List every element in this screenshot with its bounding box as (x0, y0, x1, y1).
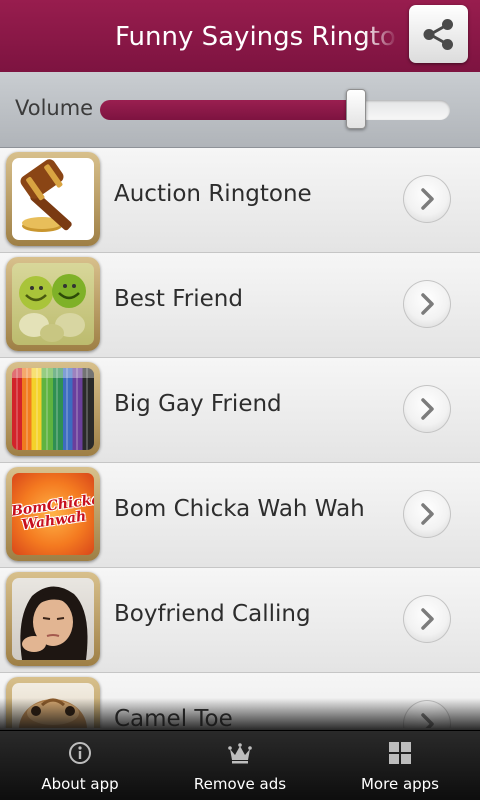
nav-label: Remove ads (193, 775, 287, 793)
ringtone-thumbnail (6, 152, 100, 246)
volume-slider-track[interactable] (100, 100, 450, 120)
ringtone-title: Big Gay Friend (114, 391, 282, 417)
chevron-right-icon (421, 608, 434, 630)
rainbow-stripes-image (12, 368, 94, 450)
list-item[interactable]: Boyfriend Calling (0, 568, 480, 673)
list-item[interactable]: Big Gay Friend (0, 358, 480, 463)
chevron-right-icon (421, 293, 434, 315)
about-app-button[interactable]: About app (0, 731, 160, 800)
nav-label: About app (41, 775, 119, 793)
open-ringtone-button[interactable] (403, 490, 451, 538)
ringtone-title: Camel Toe (114, 706, 233, 728)
list-item[interactable]: BomChicka Wahwah Bom Chicka Wah Wah (0, 463, 480, 568)
camel-image (19, 698, 87, 728)
ringtone-title: Bom Chicka Wah Wah (114, 496, 365, 522)
share-icon (423, 19, 453, 50)
volume-label: Volume (15, 96, 94, 120)
open-ringtone-button[interactable] (403, 700, 451, 728)
app-screen: Funny Sayings Ringtones Volume (0, 0, 480, 800)
volume-slider-fill (100, 100, 356, 120)
volume-bar: Volume (0, 72, 480, 148)
bom-chicka-logo: BomChicka Wahwah (12, 491, 94, 534)
open-ringtone-button[interactable] (403, 385, 451, 433)
ringtone-thumbnail (6, 257, 100, 351)
smiley-peas-image (19, 274, 86, 342)
chevron-right-icon (421, 188, 434, 210)
ringtone-title: Boyfriend Calling (114, 601, 311, 627)
open-ringtone-button[interactable] (403, 280, 451, 328)
bottom-nav: About app Remove ads More apps (0, 730, 480, 800)
ringtone-thumbnail (6, 572, 100, 666)
remove-ads-button[interactable]: Remove ads (160, 731, 320, 800)
open-ringtone-button[interactable] (403, 175, 451, 223)
page-title: Funny Sayings Ringtones (115, 22, 398, 52)
chevron-right-icon (421, 713, 434, 728)
ringtone-title: Auction Ringtone (114, 181, 312, 207)
nav-label: More apps (360, 775, 439, 793)
volume-slider-thumb[interactable] (345, 89, 366, 129)
ringtone-thumbnail (6, 677, 100, 728)
more-apps-button[interactable]: More apps (320, 731, 480, 800)
list-item[interactable]: Auction Ringtone (0, 148, 480, 253)
bored-girl-image (20, 586, 88, 660)
ringtone-list: Auction Ringtone Best Friend Big Gay Fri… (0, 148, 480, 728)
grid-icon (389, 742, 411, 764)
list-item[interactable]: Camel Toe (0, 673, 480, 728)
share-button[interactable] (409, 5, 468, 63)
ringtone-thumbnail: BomChicka Wahwah (6, 467, 100, 561)
ringtone-thumbnail (6, 362, 100, 456)
crown-icon (228, 743, 252, 764)
app-header: Funny Sayings Ringtones (0, 0, 480, 72)
gavel-image (20, 159, 72, 232)
open-ringtone-button[interactable] (403, 595, 451, 643)
chevron-right-icon (421, 398, 434, 420)
ringtone-title: Best Friend (114, 286, 243, 312)
chevron-right-icon (421, 503, 434, 525)
list-item[interactable]: Best Friend (0, 253, 480, 358)
info-icon (69, 742, 91, 764)
